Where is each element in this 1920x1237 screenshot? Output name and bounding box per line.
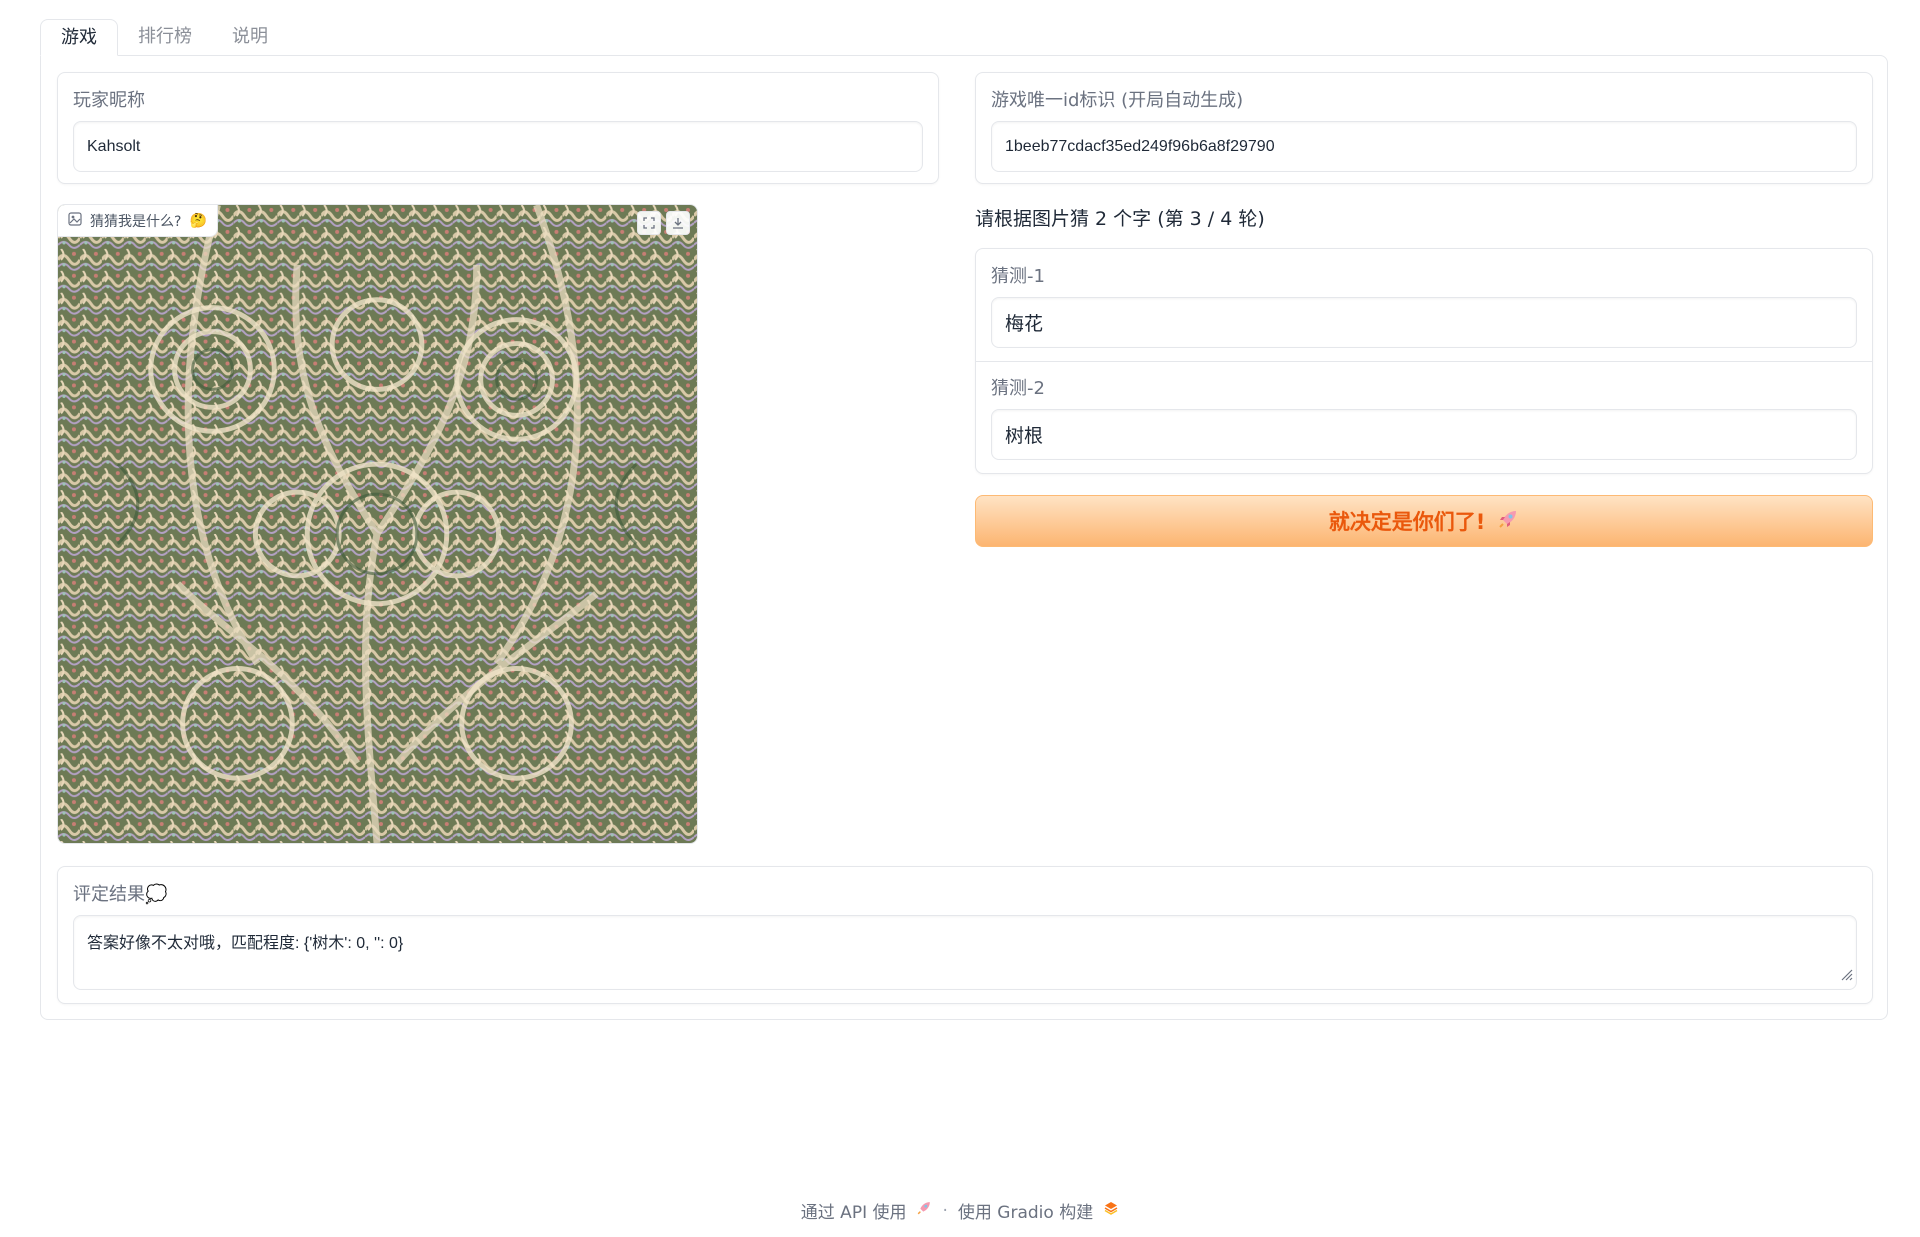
guess-divider — [976, 361, 1872, 362]
tab-bar: 游戏 排行榜 说明 — [40, 19, 288, 56]
image-icon — [68, 211, 82, 230]
api-link[interactable]: 通过 API 使用 — [801, 1198, 907, 1223]
guess-1-input[interactable]: 梅花 — [991, 297, 1857, 348]
footer: 通过 API 使用 · 使用 Gradio 构建 — [0, 1198, 1920, 1223]
player-nickname-block: 玩家昵称 Kahsolt — [57, 72, 939, 184]
result-textarea[interactable]: 答案好像不太对哦，匹配程度: {'树木': 0, '': 0} — [73, 915, 1857, 990]
gradio-logo-icon — [1103, 1200, 1119, 1221]
guess-1-label: 猜测-1 — [991, 266, 1045, 287]
fullscreen-button[interactable] — [637, 211, 661, 235]
submit-label: 就决定是你们了! — [1328, 510, 1486, 534]
tab-instructions[interactable]: 说明 — [212, 19, 288, 56]
resize-handle-icon[interactable] — [1839, 967, 1853, 986]
puzzle-image: 猜猜我是什么? 🤔 — [57, 204, 698, 844]
game-id-field[interactable]: 1beeb77cdacf35ed249f96b6a8f29790 — [991, 121, 1857, 172]
round-instruction: 请根据图片猜 2 个字 (第 3 / 4 轮) — [975, 208, 1265, 230]
guesses-block: 猜测-1 梅花 猜测-2 树根 — [975, 248, 1873, 474]
result-label: 评定结果💭 — [73, 884, 168, 905]
guess-2-input[interactable]: 树根 — [991, 409, 1857, 460]
thinking-face-icon: 🤔 — [189, 212, 207, 229]
result-text: 答案好像不太对哦，匹配程度: {'树木': 0, '': 0} — [87, 935, 404, 952]
footer-separator: · — [942, 1200, 948, 1221]
game-panel: 玩家昵称 Kahsolt 游戏唯一id标识 (开局自动生成) 1beeb77cd… — [40, 55, 1888, 1020]
download-button[interactable] — [666, 211, 690, 235]
result-block: 评定结果💭 答案好像不太对哦，匹配程度: {'树木': 0, '': 0} — [57, 866, 1873, 1004]
submit-button[interactable]: 就决定是你们了! — [975, 495, 1873, 547]
rocket-icon — [1497, 508, 1519, 535]
api-rocket-icon — [916, 1200, 932, 1221]
player-nickname-label: 玩家昵称 — [73, 90, 145, 111]
gradio-link[interactable]: 使用 Gradio 构建 — [958, 1198, 1093, 1223]
fullscreen-icon — [643, 214, 655, 233]
image-caption-text: 猜猜我是什么? — [90, 213, 182, 230]
game-id-block: 游戏唯一id标识 (开局自动生成) 1beeb77cdacf35ed249f96… — [975, 72, 1873, 184]
player-nickname-input[interactable]: Kahsolt — [73, 121, 923, 172]
game-id-label: 游戏唯一id标识 (开局自动生成) — [991, 90, 1244, 111]
download-icon — [672, 214, 684, 233]
guess-2-label: 猜测-2 — [991, 378, 1045, 399]
image-caption: 猜猜我是什么? 🤔 — [58, 205, 218, 237]
puzzle-image-art — [58, 205, 697, 843]
tab-game[interactable]: 游戏 — [40, 19, 118, 56]
tab-leaderboard[interactable]: 排行榜 — [118, 19, 212, 56]
